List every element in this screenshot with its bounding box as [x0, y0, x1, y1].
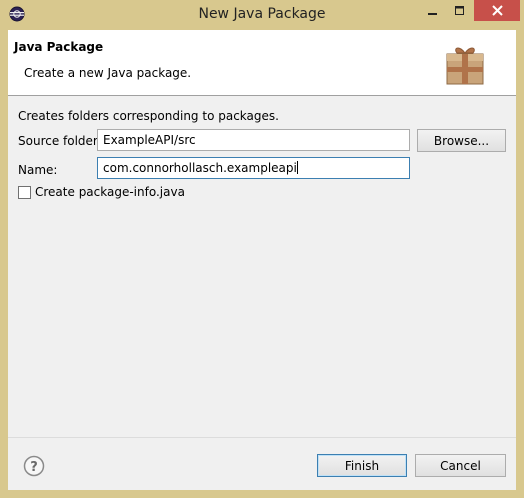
title-bar[interactable]: New Java Package	[0, 0, 524, 30]
package-wizard-icon	[444, 40, 488, 86]
browse-button[interactable]: Browse...	[417, 129, 506, 152]
wizard-header: Java Package Create a new Java package.	[8, 30, 516, 96]
package-name-value: com.connorhollasch.exampleapi	[103, 161, 297, 175]
intro-text: Creates folders corresponding to package…	[18, 109, 279, 123]
dialog-content: Java Package Create a new Java package. …	[8, 30, 516, 490]
text-caret	[296, 161, 298, 174]
cancel-button[interactable]: Cancel	[415, 454, 506, 477]
finish-button[interactable]: Finish	[317, 454, 407, 477]
source-folder-input[interactable]: ExampleAPI/src	[97, 129, 410, 151]
close-icon	[491, 5, 503, 16]
source-folder-value: ExampleAPI/src	[103, 133, 196, 147]
cancel-button-label: Cancel	[440, 458, 481, 473]
maximize-icon	[455, 5, 465, 16]
maximize-button[interactable]	[447, 0, 473, 21]
footer-separator	[8, 437, 516, 438]
wizard-description: Create a new Java package.	[24, 66, 192, 80]
package-info-checkbox[interactable]	[18, 185, 31, 199]
finish-button-label: Finish	[344, 458, 380, 473]
svg-text:?: ?	[30, 460, 38, 475]
help-icon[interactable]: ?	[23, 455, 45, 477]
browse-button-label: Browse...	[433, 133, 490, 148]
package-name-input[interactable]: com.connorhollasch.exampleapi	[97, 157, 410, 179]
minimize-icon	[428, 6, 438, 16]
source-folder-label: Source folder:	[18, 134, 102, 148]
close-button[interactable]	[474, 0, 520, 21]
minimize-button[interactable]	[419, 0, 447, 21]
package-info-option[interactable]: Create package-info.java	[18, 185, 185, 199]
name-label: Name:	[18, 163, 58, 177]
dialog-window: New Java Package Java Package Create a n…	[0, 0, 524, 498]
package-info-label: Create package-info.java	[35, 185, 185, 199]
wizard-title: Java Package	[14, 40, 104, 54]
